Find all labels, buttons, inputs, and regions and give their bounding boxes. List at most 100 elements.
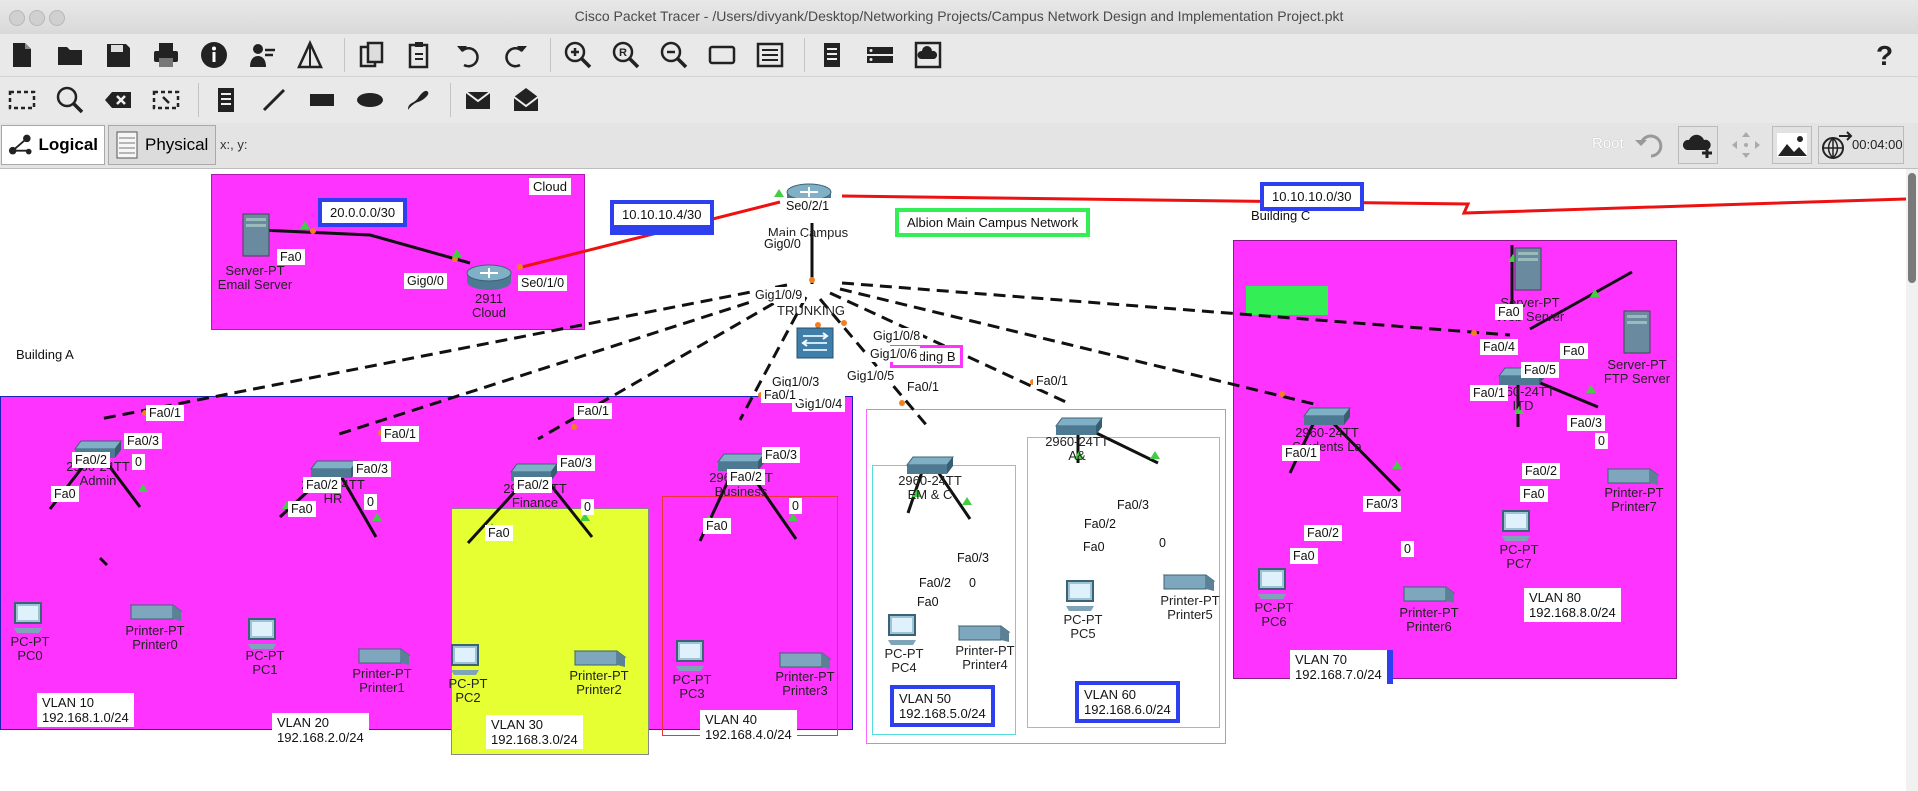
zoom-reset-icon[interactable]: R — [608, 37, 644, 73]
pc1-label: PC-PT PC1 — [245, 648, 285, 677]
undo-icon[interactable] — [450, 37, 486, 73]
vlan-60-label: VLAN 60 192.168.6.0/24 — [1075, 681, 1180, 723]
copy-icon[interactable] — [354, 37, 390, 73]
port-label: Fa0 — [1080, 539, 1108, 555]
port-label: Fa0/2 — [916, 575, 954, 591]
device-template-icon[interactable] — [862, 37, 898, 73]
pc5-label: PC-PT PC5 — [1063, 612, 1103, 641]
info-icon[interactable] — [196, 37, 232, 73]
port-label: Fa0/1 — [381, 426, 419, 442]
resize-icon[interactable] — [148, 82, 184, 118]
root-label[interactable]: Root — [1592, 135, 1624, 152]
back-icon[interactable] — [1630, 126, 1670, 164]
printer2-label: Printer-PT Printer2 — [569, 668, 629, 697]
port-label: Fa0/2 — [727, 469, 765, 485]
open-folder-icon[interactable] — [52, 37, 88, 73]
email-server-icon[interactable] — [241, 212, 271, 263]
port-label: 0 — [132, 454, 145, 470]
cloud-router-label: 2911 Cloud — [472, 291, 506, 320]
ftp-server-icon[interactable] — [1622, 309, 1652, 360]
port-label: Fa0/4 — [1480, 339, 1518, 355]
printer1-label: Printer-PT Printer1 — [352, 666, 412, 695]
drawing-palette-icon[interactable] — [704, 37, 740, 73]
vlan-10-label: VLAN 10 192.168.1.0/24 — [37, 693, 134, 727]
port-label: Fa0/1 — [574, 403, 612, 419]
window-titlebar: Cisco Packet Tracer - /Users/divyank/Des… — [0, 0, 1918, 35]
printer4-label: Printer-PT Printer4 — [955, 643, 1015, 672]
port-label: Gig1/0/6 — [867, 346, 921, 362]
port-label: Se0/1/0 — [518, 275, 568, 291]
logical-tab-label: Logical — [38, 135, 98, 154]
new-cluster-icon[interactable] — [1678, 126, 1718, 164]
port-label: Fa0/1 — [146, 405, 184, 421]
ftp-server-label: Server-PT FTP Server — [1603, 357, 1671, 386]
campus-title-note[interactable]: Albion Main Campus Network — [895, 208, 1091, 237]
cursor-coordinates: x:, y: — [220, 137, 248, 152]
vertical-scrollbar[interactable] — [1906, 169, 1918, 791]
select-icon[interactable] — [4, 82, 40, 118]
port-label: Fa0/3 — [1114, 497, 1152, 513]
port-label: Fa0/2 — [1081, 516, 1119, 532]
note-icon[interactable] — [208, 82, 244, 118]
freeform-icon[interactable] — [400, 82, 436, 118]
port-label: Fa0 — [288, 501, 316, 517]
port-label: Fa0 — [485, 525, 513, 541]
scrollbar-thumb[interactable] — [1908, 173, 1916, 283]
line-icon[interactable] — [256, 82, 292, 118]
cloud-link-network-label[interactable]: 10.10.10.4/30 — [610, 200, 714, 235]
port-label: 0 — [789, 498, 802, 514]
building-a-label: Building A — [12, 346, 78, 363]
link-admin-pc0[interactable] — [98, 556, 109, 567]
cloud-area-label: Cloud — [529, 178, 571, 195]
physical-tab[interactable]: Physical — [108, 125, 216, 165]
paste-icon[interactable] — [402, 37, 438, 73]
save-icon[interactable] — [100, 37, 136, 73]
vlan-70-label: VLAN 70 192.168.7.0/24 — [1290, 650, 1393, 684]
port-label: Fa0/1 — [1470, 385, 1508, 401]
simple-pdu-icon[interactable] — [460, 82, 496, 118]
zoom-out-icon[interactable] — [656, 37, 692, 73]
cloud-cluster-icon[interactable] — [910, 37, 946, 73]
main-toolbar: R ? — [0, 34, 1918, 77]
custom-devices-icon[interactable] — [752, 37, 788, 73]
set-background-icon[interactable] — [1772, 126, 1812, 164]
printer3-label: Printer-PT Printer3 — [775, 669, 835, 698]
port-label: Fa0/2 — [1304, 525, 1342, 541]
ellipse-icon[interactable] — [352, 82, 388, 118]
new-file-icon[interactable] — [4, 37, 40, 73]
help-button[interactable]: ? — [1876, 40, 1893, 72]
inspect-icon[interactable] — [52, 82, 88, 118]
port-label: Fa0/2 — [72, 452, 110, 468]
pc3-label: PC-PT PC3 — [672, 672, 712, 701]
port-label: Fa0/3 — [353, 461, 391, 477]
trunk-core-hr[interactable] — [332, 289, 786, 438]
vlan-20-label: VLAN 20 192.168.2.0/24 — [272, 713, 369, 747]
port-label: Gig1/0/9 — [752, 287, 806, 303]
port-label: Fa0/5 — [1521, 362, 1559, 378]
printer6-label: Printer-PT Printer6 — [1399, 605, 1459, 634]
trunk-core-admin[interactable] — [99, 283, 788, 421]
physical-tab-label: Physical — [145, 135, 209, 154]
zoom-in-icon[interactable] — [560, 37, 596, 73]
trunk-core-itd[interactable] — [841, 281, 1511, 337]
viewport-icon[interactable] — [814, 37, 850, 73]
isp-link-network-label[interactable]: 10.10.10.0/30 — [1260, 182, 1364, 211]
web-server-icon[interactable] — [1513, 246, 1543, 297]
email-network-label[interactable]: 20.0.0.0/30 — [318, 198, 408, 227]
port-label: Gig1/0/5 — [844, 368, 898, 384]
network-info-icon[interactable] — [292, 37, 328, 73]
port-label: Fa0/3 — [1567, 415, 1605, 431]
logical-workspace[interactable]: Cloud Building A Building B Building C A… — [0, 169, 1906, 791]
redo-icon[interactable] — [498, 37, 534, 73]
printer7-label: Printer-PT Printer7 — [1604, 485, 1664, 514]
complex-pdu-icon[interactable] — [508, 82, 544, 118]
move-object-icon[interactable] — [1726, 126, 1766, 164]
rectangle-icon[interactable] — [304, 82, 340, 118]
delete-icon[interactable] — [100, 82, 136, 118]
pc4-label: PC-PT PC4 — [884, 646, 924, 675]
print-icon[interactable] — [148, 37, 184, 73]
port-label: Fa0 — [703, 518, 731, 534]
core-switch-icon[interactable] — [795, 324, 835, 367]
activity-wizard-icon[interactable] — [244, 37, 280, 73]
logical-tab[interactable]: Logical — [1, 125, 105, 165]
